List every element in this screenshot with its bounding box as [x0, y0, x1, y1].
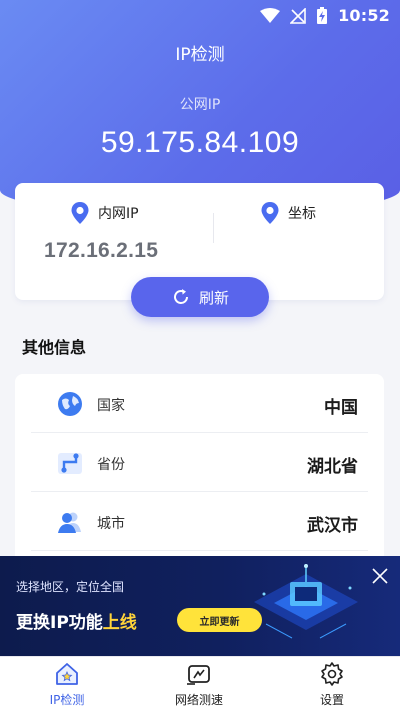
info-row-city: 城市 武汉市	[31, 492, 368, 551]
info-row-country: 国家 中国	[31, 374, 368, 433]
refresh-label: 刷新	[198, 288, 229, 307]
people-icon	[58, 512, 81, 533]
no-signal-icon	[290, 7, 306, 24]
gear-icon	[321, 662, 343, 686]
globe-icon	[58, 392, 82, 416]
private-ip-value: 172.16.2.15	[44, 239, 159, 262]
coords-label: 坐标	[288, 206, 316, 222]
tab-settings-label: 设置	[319, 693, 344, 707]
tab-settings[interactable]: 设置	[282, 661, 382, 708]
column-divider	[213, 213, 214, 243]
tab-ip-check-label: IP检测	[49, 693, 85, 707]
location-pin-icon	[261, 202, 279, 224]
map-route-icon	[58, 453, 82, 474]
status-bar: 10:52	[0, 0, 400, 32]
banner-headline-text: 更换IP功能	[16, 613, 103, 633]
bottom-tab-bar: IP检测 网络测速 设置	[0, 656, 400, 711]
battery-charging-icon	[317, 6, 328, 24]
status-time: 10:52	[338, 6, 390, 25]
coords-header: 坐标	[260, 201, 316, 225]
home-icon	[56, 663, 78, 685]
info-value-province: 湖北省	[307, 457, 358, 477]
info-label-city: 城市	[97, 516, 125, 532]
public-ip-value: 59.175.84.109	[100, 126, 300, 159]
tab-speed-test[interactable]: 网络测速	[149, 661, 249, 708]
wifi-icon	[260, 7, 281, 23]
info-value-country: 中国	[324, 398, 358, 418]
private-ip-header: 内网IP	[70, 201, 139, 225]
tab-speed-test-label: 网络测速	[174, 693, 223, 707]
refresh-icon	[174, 289, 188, 304]
refresh-button[interactable]: 刷新	[131, 277, 269, 317]
banner-headline-highlight: 上线	[102, 613, 137, 633]
promo-banner[interactable]: 选择地区，定位全国 更换IP功能上线 立即更新	[0, 556, 400, 656]
public-ip-label: 公网IP	[179, 97, 221, 113]
info-row-province: 省份 湖北省	[31, 433, 368, 492]
network-chip-illustration	[254, 564, 358, 639]
banner-headline: 更换IP功能上线	[16, 608, 137, 633]
info-label-province: 省份	[97, 457, 125, 473]
banner-subtitle: 选择地区，定位全国	[16, 580, 125, 594]
update-now-button[interactable]: 立即更新	[177, 608, 262, 632]
tab-ip-check[interactable]: IP检测	[17, 661, 117, 708]
private-ip-label: 内网IP	[98, 206, 139, 222]
close-icon[interactable]	[370, 566, 390, 586]
speedometer-icon	[187, 665, 210, 685]
other-info-title: 其他信息	[22, 338, 87, 357]
info-value-city: 武汉市	[307, 516, 358, 536]
info-label-country: 国家	[97, 398, 125, 414]
page-title: IP检测	[175, 45, 225, 65]
location-pin-icon	[71, 202, 89, 224]
